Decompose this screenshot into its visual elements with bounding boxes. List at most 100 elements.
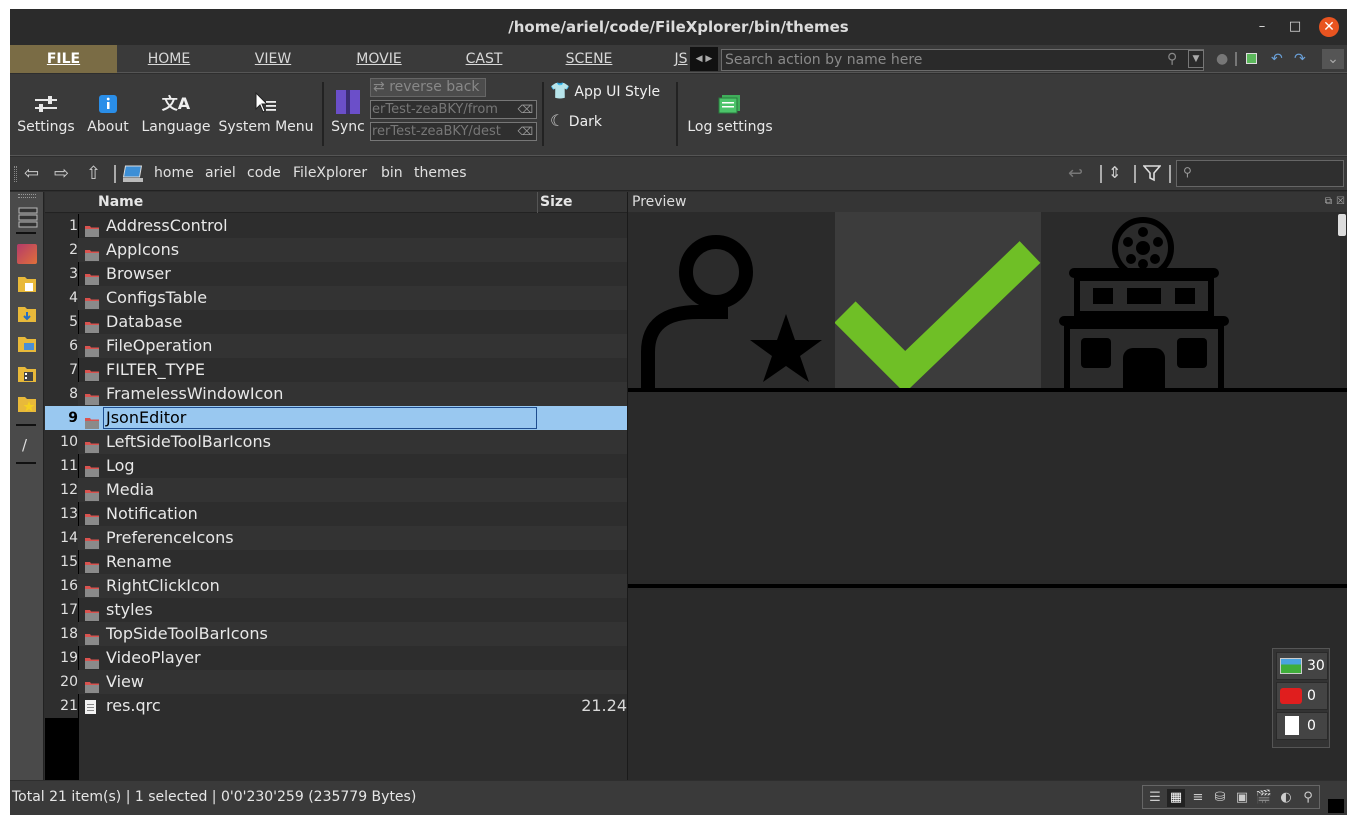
computer-icon[interactable]: [122, 163, 146, 189]
filter-icon[interactable]: [1142, 164, 1162, 186]
root-slash-icon[interactable]: /: [22, 436, 27, 454]
table-row[interactable]: 17 styles: [45, 598, 627, 622]
table-view-icon[interactable]: ▦: [1167, 789, 1185, 807]
breadcrumb-themes[interactable]: themes: [414, 165, 467, 181]
table-row[interactable]: 11 Log: [45, 454, 627, 478]
sidebar-handle[interactable]: [18, 194, 36, 198]
table-row[interactable]: 1 AddressControl: [45, 214, 627, 238]
breadcrumb-bin[interactable]: bin: [381, 165, 403, 181]
downloads-folder-icon[interactable]: [17, 304, 37, 324]
folder-view-icon[interactable]: ▣: [1233, 789, 1251, 807]
scrollbar-thumb[interactable]: [1338, 214, 1346, 236]
table-row[interactable]: 5 Database: [45, 310, 627, 334]
preview-splitter[interactable]: [628, 584, 1347, 588]
search-action-input[interactable]: Search action by name here: [721, 49, 1204, 71]
breadcrumb-code[interactable]: code: [247, 165, 281, 181]
column-divider[interactable]: [537, 192, 538, 213]
column-size-header[interactable]: Size: [540, 194, 573, 210]
favorites-folder-icon[interactable]: [17, 394, 37, 414]
list-view-icon[interactable]: ☰: [1146, 789, 1164, 807]
tab-js[interactable]: JS: [670, 45, 692, 73]
tab-movie[interactable]: MOVIE: [342, 45, 416, 73]
resize-grip[interactable]: [1328, 799, 1344, 813]
table-row[interactable]: 3 Browser: [45, 262, 627, 286]
close-button[interactable]: ✕: [1319, 17, 1339, 37]
table-row[interactable]: 20 View: [45, 670, 627, 694]
language-button[interactable]: 文A Language: [138, 74, 214, 154]
sync-from-path-field[interactable]: erTest-zeaBKY/from ⌫: [370, 100, 537, 119]
close-panel-icon[interactable]: ☒: [1336, 192, 1345, 212]
filter-search-input[interactable]: ⚲: [1176, 160, 1344, 187]
search-dropdown-button[interactable]: ▼: [1188, 50, 1204, 68]
videos-folder-icon[interactable]: [17, 364, 37, 384]
ribbon-collapse-button[interactable]: ⌄: [1322, 49, 1344, 69]
forward-icon[interactable]: ⇨: [54, 163, 69, 184]
thumbnail-checkmark[interactable]: [835, 212, 1041, 388]
tab-home[interactable]: HOME: [132, 45, 206, 73]
table-row[interactable]: 21 res.qrc 21.24: [45, 694, 627, 718]
other-count[interactable]: 0: [1276, 712, 1328, 740]
table-row[interactable]: 2 AppIcons: [45, 238, 627, 262]
reverse-back-button[interactable]: ⇄ reverse back: [370, 78, 486, 97]
float-panel-icon[interactable]: ⧉: [1325, 192, 1332, 212]
settings-button[interactable]: Settings: [14, 74, 78, 154]
thumbnail-cinema[interactable]: [1041, 212, 1247, 388]
table-row[interactable]: 7 FILTER_TYPE: [45, 358, 627, 382]
video-count[interactable]: 0: [1276, 682, 1328, 710]
tab-file[interactable]: FILE: [10, 45, 117, 73]
toolbar-handle[interactable]: [14, 166, 17, 182]
table-row[interactable]: 9 JsonEditor: [45, 406, 627, 430]
pictures-folder-icon[interactable]: [17, 334, 37, 354]
tab-scene[interactable]: SCENE: [552, 45, 626, 73]
tab-view[interactable]: VIEW: [236, 45, 310, 73]
dark-theme-button[interactable]: ☾ Dark: [550, 111, 670, 133]
search-icon[interactable]: ⚲: [1299, 789, 1317, 807]
breadcrumb-ariel[interactable]: ariel: [205, 165, 236, 181]
undo-icon[interactable]: ↶: [1271, 51, 1283, 67]
table-row[interactable]: 13 Notification: [45, 502, 627, 526]
tree-view-icon[interactable]: ≡: [1189, 789, 1207, 807]
breadcrumb-home[interactable]: home: [154, 165, 194, 181]
record-icon[interactable]: ●: [1216, 51, 1228, 67]
app-ui-style-button[interactable]: 👕 App UI Style: [550, 81, 670, 103]
minimize-button[interactable]: –: [1252, 17, 1272, 37]
image-count[interactable]: 30: [1276, 652, 1328, 680]
history-back-icon[interactable]: ↩: [1068, 163, 1083, 184]
table-row[interactable]: 19 VideoPlayer: [45, 646, 627, 670]
about-button[interactable]: About: [78, 74, 138, 154]
table-row[interactable]: 6 FileOperation: [45, 334, 627, 358]
clear-icon[interactable]: ⌫: [517, 123, 533, 140]
thumbnail-scrollbar[interactable]: [1336, 212, 1347, 388]
table-row[interactable]: 10 LeftSideToolBarIcons: [45, 430, 627, 454]
table-row[interactable]: 12 Media: [45, 478, 627, 502]
redo-icon[interactable]: ↷: [1294, 51, 1306, 67]
desktop-icon[interactable]: [17, 244, 37, 264]
thumbnail-user-star[interactable]: [628, 212, 834, 388]
tab-cast[interactable]: CAST: [447, 45, 521, 73]
table-row[interactable]: 8 FramelessWindowIcon: [45, 382, 627, 406]
sync-dest-path-field[interactable]: rerTest-zeaBKY/dest ⌫: [370, 122, 537, 141]
back-icon[interactable]: ⇦: [24, 163, 39, 184]
documents-folder-icon[interactable]: [17, 274, 37, 294]
maximize-button[interactable]: □: [1285, 17, 1305, 37]
theme-view-icon[interactable]: ◐: [1277, 789, 1295, 807]
clear-icon[interactable]: ⌫: [517, 101, 533, 118]
movie-view-icon[interactable]: 🎬: [1255, 789, 1273, 807]
up-icon[interactable]: ⇧: [86, 163, 101, 184]
table-row[interactable]: 14 PreferenceIcons: [45, 526, 627, 550]
system-menu-button[interactable]: System Menu: [216, 74, 316, 154]
log-settings-button[interactable]: Log settings: [682, 74, 778, 154]
table-row[interactable]: 4 ConfigsTable: [45, 286, 627, 310]
drives-icon[interactable]: [17, 206, 38, 228]
table-row[interactable]: 16 RightClickIcon: [45, 574, 627, 598]
table-row[interactable]: 15 Rename: [45, 550, 627, 574]
column-name-header[interactable]: Name: [98, 194, 143, 210]
preview-splitter[interactable]: [628, 388, 1347, 392]
window-icon[interactable]: [1246, 53, 1257, 64]
database-view-icon[interactable]: ⛁: [1211, 789, 1229, 807]
tab-scroll-arrows[interactable]: ◀ ▶: [690, 47, 718, 71]
sync-button[interactable]: Sync: [328, 74, 368, 154]
sort-icon[interactable]: ⇕: [1108, 163, 1121, 182]
table-row[interactable]: 18 TopSideToolBarIcons: [45, 622, 627, 646]
breadcrumb-filexplorer[interactable]: FileXplorer: [293, 165, 367, 181]
